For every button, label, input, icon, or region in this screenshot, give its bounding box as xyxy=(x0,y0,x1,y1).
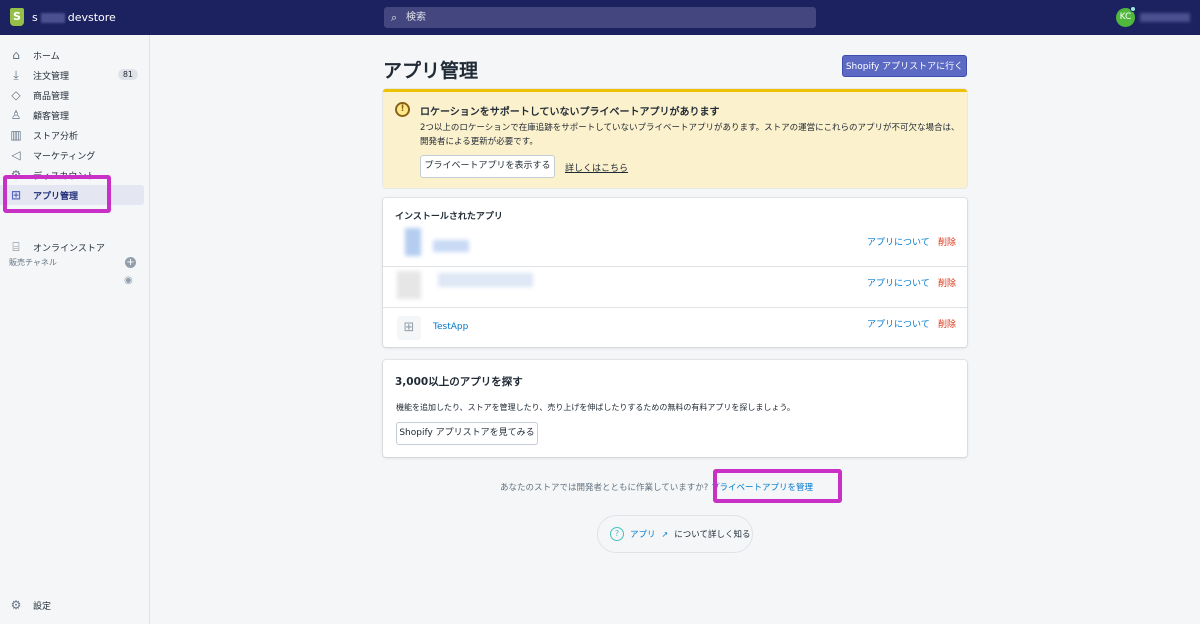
sidebar-item-home[interactable]: ⌂ ホーム xyxy=(0,45,144,65)
search-input[interactable]: ⌕ 検索 xyxy=(384,7,816,28)
store-name[interactable]: s devstore xyxy=(32,11,116,24)
installed-apps-card: インストールされたアプリ アプリについて 削除 アプリについて 削除 ⊞ Tes… xyxy=(383,198,967,347)
show-private-apps-button[interactable]: プライベートアプリを表示する xyxy=(420,155,555,178)
discover-body: 機能を追加したり、ストアを管理したり、売り上げを伸ばしたりするための無料の有料ア… xyxy=(396,403,795,412)
app-row[interactable]: ⊞ TestApp アプリについて 削除 xyxy=(383,307,967,347)
megaphone-icon: ◁ xyxy=(11,148,21,162)
about-app-link[interactable]: アプリについて xyxy=(867,317,930,330)
app-icon-redacted xyxy=(405,228,421,256)
learn-more-link[interactable]: 詳しくはこちら xyxy=(565,161,628,174)
delete-app-link[interactable]: 削除 xyxy=(938,235,956,248)
delete-app-link[interactable]: 削除 xyxy=(938,276,956,289)
page-title: アプリ管理 xyxy=(383,60,479,82)
eye-icon[interactable]: ◉ xyxy=(124,275,133,286)
visit-app-store-button[interactable]: Shopify アプリストアに行く xyxy=(842,55,967,77)
gear-icon: ⚙ xyxy=(10,598,22,612)
person-icon: ♙ xyxy=(10,108,22,122)
browse-app-store-button[interactable]: Shopify アプリストアを見てみる xyxy=(396,422,538,445)
sales-channels-label: 販売チャネル xyxy=(9,258,57,267)
sidebar-item-online-store[interactable]: ⌸ オンラインストア xyxy=(0,237,144,257)
store-icon: ⌸ xyxy=(12,239,20,254)
warning-banner: ! ロケーションをサポートしていないプライベートアプリがあります 2つ以上のロケ… xyxy=(383,89,967,188)
apps-help-link[interactable]: アプリ xyxy=(630,528,656,540)
app-row[interactable]: アプリについて 削除 xyxy=(383,266,967,307)
search-icon: ⌕ xyxy=(391,11,398,24)
home-icon: ⌂ xyxy=(12,48,20,62)
top-bar: S s devstore ⌕ 検索 KC xyxy=(0,0,1200,35)
highlight-box xyxy=(3,175,111,213)
sidebar-item-orders[interactable]: ⤓ 注文管理 81 xyxy=(0,65,144,85)
delete-app-link[interactable]: 削除 xyxy=(938,317,956,330)
sidebar: ⌂ ホーム ⤓ 注文管理 81 ◇ 商品管理 ♙ 顧客管理 ▥ ストア分析 ◁ マーケティング… xyxy=(0,35,150,624)
app-icon-redacted xyxy=(397,271,421,299)
apps-icon: ⊞ xyxy=(397,316,421,340)
app-row[interactable]: アプリについて 削除 xyxy=(383,224,967,266)
shopify-logo-icon[interactable]: S xyxy=(10,8,24,26)
app-name-redacted xyxy=(438,273,533,287)
sidebar-item-settings[interactable]: ⚙ 設定 xyxy=(0,595,144,615)
learn-about-apps: ? アプリ ↗ について詳しく知る xyxy=(597,515,753,553)
sidebar-item-customers[interactable]: ♙ 顧客管理 xyxy=(0,105,144,125)
orders-icon: ⤓ xyxy=(13,67,19,82)
sidebar-item-products[interactable]: ◇ 商品管理 xyxy=(0,85,144,105)
user-name-redacted[interactable] xyxy=(1140,13,1190,22)
chart-icon: ▥ xyxy=(10,128,22,142)
banner-body: 2つ以上のロケーションで在庫追跡をサポートしていないプライベートアプリがあります… xyxy=(420,123,960,147)
about-app-link[interactable]: アプリについて xyxy=(867,235,930,248)
tag-icon: ◇ xyxy=(11,88,21,102)
app-name[interactable]: TestApp xyxy=(433,322,468,332)
discover-title: 3,000以上のアプリを探す xyxy=(395,376,523,388)
external-link-icon: ↗ xyxy=(661,529,669,539)
installed-apps-title: インストールされたアプリ xyxy=(395,212,503,222)
app-name-redacted xyxy=(433,240,469,252)
help-icon: ? xyxy=(610,527,624,541)
sidebar-item-analytics[interactable]: ▥ ストア分析 xyxy=(0,125,144,145)
status-dot xyxy=(1130,6,1136,12)
banner-title: ロケーションをサポートしていないプライベートアプリがあります xyxy=(420,107,720,118)
highlight-box xyxy=(713,469,842,503)
orders-badge: 81 xyxy=(117,69,138,80)
discover-apps-card: 3,000以上のアプリを探す 機能を追加したり、ストアを管理したり、売り上げを伸… xyxy=(383,360,967,457)
add-channel-icon[interactable]: + xyxy=(125,257,136,268)
redacted xyxy=(40,13,65,23)
about-app-link[interactable]: アプリについて xyxy=(867,276,930,289)
sidebar-item-marketing[interactable]: ◁ マーケティング xyxy=(0,145,144,165)
warning-icon: ! xyxy=(395,102,410,117)
